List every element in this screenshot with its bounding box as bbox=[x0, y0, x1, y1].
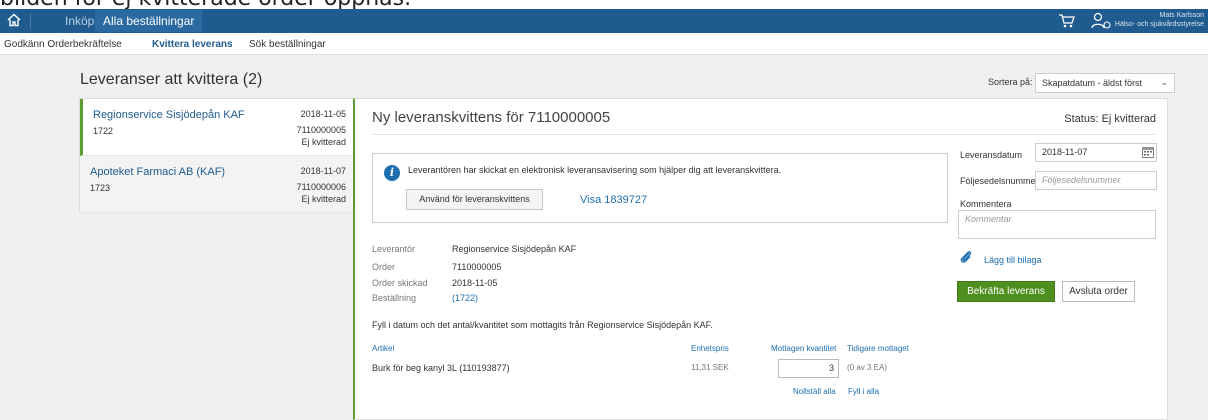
paperclip-icon[interactable] bbox=[958, 249, 974, 265]
column-header-artikel[interactable]: Artikel bbox=[372, 344, 394, 353]
sort-value: Skapatdatum - äldst först bbox=[1042, 78, 1143, 88]
column-header-mottagen[interactable]: Mottagen kvantitet bbox=[771, 344, 836, 353]
comment-label: Kommentera bbox=[960, 199, 1012, 209]
list-item-status: Ej kvitterad bbox=[301, 194, 346, 204]
subnav-godkann[interactable]: Godkänn Orderbekräftelse bbox=[4, 39, 122, 50]
list-item-number: 1723 bbox=[90, 183, 111, 193]
user-name: Mats Karlsson bbox=[1159, 12, 1204, 19]
sort-select[interactable]: Skapatdatum - äldst först ⌄ bbox=[1035, 73, 1175, 93]
detail-value: Regionservice Sisjödepån KAF bbox=[452, 244, 577, 254]
quantity-input[interactable]: 3 bbox=[778, 359, 839, 378]
reset-all-link[interactable]: Nollställ alla bbox=[793, 387, 836, 396]
visa-link[interactable]: Visa 1839727 bbox=[580, 194, 647, 206]
bestallning-link[interactable]: (1722) bbox=[452, 293, 478, 303]
subnav-sok[interactable]: Sök beställningar bbox=[249, 39, 326, 50]
list-item[interactable]: Apoteket Farmaci AB (KAF) 1723 2018-11-0… bbox=[80, 156, 354, 213]
comment-textarea[interactable]: Kommentar bbox=[958, 210, 1156, 239]
list-item-order: 7110000005 bbox=[296, 125, 346, 135]
status-text: Status: Ej kvitterad bbox=[1064, 113, 1156, 125]
list-item[interactable]: Regionservice Sisjödepån KAF 1722 2018-1… bbox=[80, 99, 354, 156]
list-item-name: Regionservice Sisjödepån KAF bbox=[93, 109, 245, 121]
table-cell-artikel: Burk för beg kanyl 3L (110193877) bbox=[372, 363, 510, 373]
list-item-date: 2018-11-05 bbox=[300, 109, 346, 119]
add-attachment-link[interactable]: Lägg till bilaga bbox=[984, 255, 1042, 265]
top-navigation-bar: Inköp Alla beställningar Mats Karlsson H… bbox=[0, 9, 1208, 33]
panel-divider bbox=[372, 134, 1156, 135]
topbar-divider bbox=[30, 13, 31, 29]
delivery-note-label: Följesedelsnummer bbox=[960, 176, 1039, 186]
nav-inkop[interactable]: Inköp bbox=[65, 14, 94, 28]
nav-alla-bestallningar[interactable]: Alla beställningar bbox=[95, 10, 203, 32]
list-item-status: Ej kvitterad bbox=[301, 137, 346, 147]
fill-all-link[interactable]: Fyll i alla bbox=[848, 387, 879, 396]
list-item-number: 1722 bbox=[93, 126, 114, 136]
detail-label: Order skickad bbox=[372, 278, 428, 288]
subnav-kvittera[interactable]: Kvittera leverans bbox=[152, 39, 233, 50]
delivery-note-input[interactable]: Följesedelsnummer bbox=[1035, 171, 1157, 190]
info-icon: i bbox=[384, 165, 400, 181]
delivery-date-input[interactable]: 2018-11-07 bbox=[1035, 143, 1157, 162]
detail-label: Leverantör bbox=[372, 244, 416, 254]
delivery-list: Regionservice Sisjödepån KAF 1722 2018-1… bbox=[79, 98, 354, 213]
use-for-receipt-button[interactable]: Använd för leveranskvittens bbox=[406, 189, 543, 210]
column-header-enhetspris[interactable]: Enhetspris bbox=[691, 344, 729, 353]
list-item-name: Apoteket Farmaci AB (KAF) bbox=[90, 166, 226, 178]
page-title: Leveranser att kvittera (2) bbox=[80, 71, 263, 88]
calendar-icon[interactable] bbox=[1142, 146, 1154, 158]
sub-navigation: Godkänn Orderbekräftelse Kvittera levera… bbox=[0, 33, 1208, 55]
chevron-down-icon: ⌄ bbox=[1160, 77, 1168, 87]
detail-value: 7110000005 bbox=[452, 262, 502, 272]
user-icon[interactable] bbox=[1090, 12, 1112, 30]
panel-title: Ny leveranskvittens för 7110000005 bbox=[372, 109, 611, 126]
sort-label: Sortera på: bbox=[988, 77, 1033, 87]
detail-label: Order bbox=[372, 262, 396, 272]
table-cell-previous: (0 av 3 EA) bbox=[847, 363, 888, 372]
close-order-button[interactable]: Avsluta order bbox=[1062, 281, 1135, 302]
instruction-text: Fyll i datum och det antal/kvantitet som… bbox=[372, 320, 713, 330]
cart-icon[interactable] bbox=[1058, 13, 1076, 29]
delivery-date-label: Leveransdatum bbox=[960, 150, 1023, 160]
detail-value: 2018-11-05 bbox=[452, 278, 498, 288]
column-header-tidigare[interactable]: Tidigare mottaget bbox=[847, 344, 909, 353]
list-item-order: 7110000006 bbox=[296, 182, 346, 192]
home-icon[interactable] bbox=[6, 12, 22, 28]
user-org: Hälso- och sjukvårdsstyrelse bbox=[1114, 21, 1204, 28]
info-box bbox=[372, 153, 948, 223]
detail-label: Beställning bbox=[372, 293, 417, 303]
info-text: Leverantören har skickat en elektronisk … bbox=[408, 165, 782, 175]
list-item-date: 2018-11-07 bbox=[300, 166, 346, 176]
confirm-delivery-button[interactable]: Bekräfta leverans bbox=[957, 281, 1055, 302]
table-cell-price: 11,31 SEK bbox=[691, 363, 729, 372]
user-info[interactable]: Mats Karlsson Hälso- och sjukvårdsstyrel… bbox=[1115, 11, 1204, 29]
